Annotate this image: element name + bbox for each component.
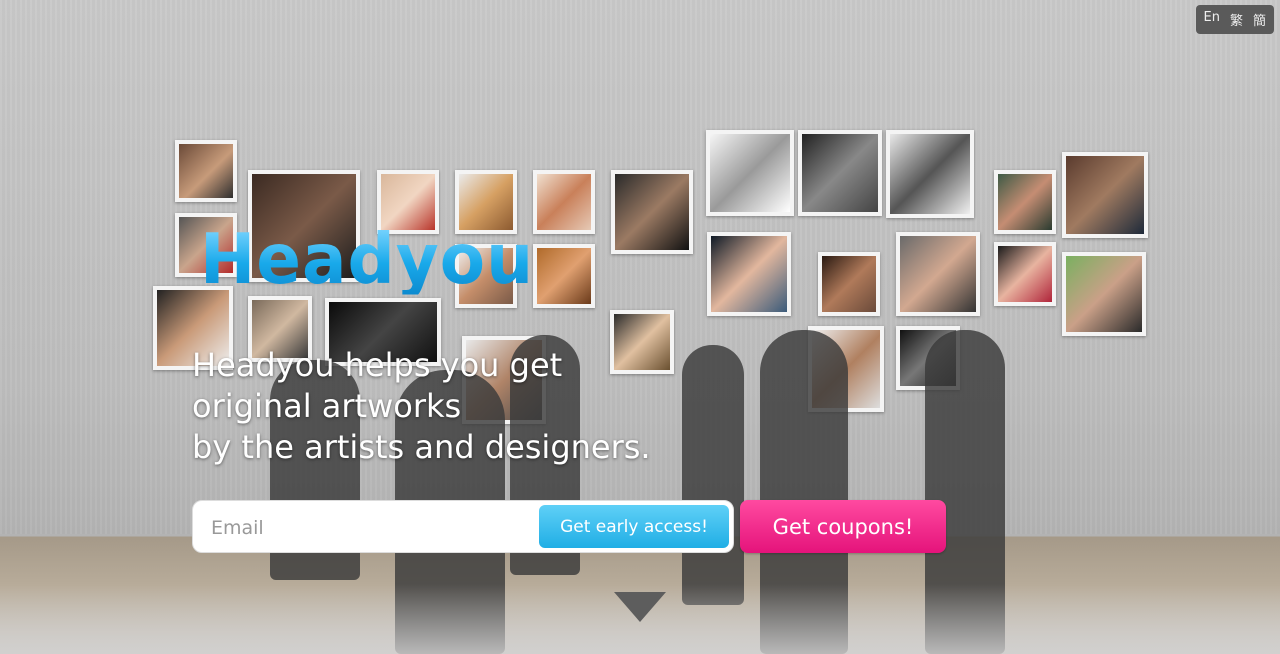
artwork-photo [998,174,1052,230]
artwork-frame [798,130,882,216]
artwork-frame [1062,152,1148,238]
artwork-photo [1066,156,1144,234]
down-triangle-icon[interactable] [614,592,666,622]
artwork-photo [537,174,591,230]
artwork-frame [706,130,794,216]
artwork-photo [179,144,233,198]
artwork-frame [611,170,693,254]
artwork-frame [175,140,237,202]
artwork-photo [998,246,1052,302]
tagline-line: Headyou helps you get [192,346,563,384]
visitor-silhouette [682,345,744,605]
artwork-frame [896,232,980,316]
lang-simplified-chinese[interactable]: 簡 [1253,10,1266,29]
artwork-frame [886,130,974,218]
artwork-photo [900,236,976,312]
lang-english[interactable]: En [1204,10,1220,29]
lang-traditional-chinese[interactable]: 繁 [1230,10,1243,29]
artwork-frame [994,242,1056,306]
early-access-button[interactable]: Get early access! [539,505,729,548]
artwork-photo [711,236,787,312]
artwork-photo [822,256,876,312]
artwork-photo [537,248,591,304]
hero-tagline: Headyou helps you get original artworks … [192,345,651,468]
artwork-frame [533,170,595,234]
tagline-line: original artworks [192,387,462,425]
get-coupons-button[interactable]: Get coupons! [740,500,946,553]
email-input[interactable] [209,511,533,545]
tagline-line: by the artists and designers. [192,428,651,466]
artwork-photo [802,134,878,212]
artwork-photo [615,174,689,250]
artwork-frame [533,244,595,308]
logo: Headyou [200,219,535,300]
artwork-frame [1062,252,1146,336]
artwork-frame [818,252,880,316]
artwork-frame [707,232,791,316]
artwork-frame [994,170,1056,234]
artwork-photo [710,134,790,212]
artwork-photo [1066,256,1142,332]
language-switcher: En 繁 簡 [1195,5,1274,34]
artwork-photo [890,134,970,214]
signup-form: Get early access! [192,500,734,553]
